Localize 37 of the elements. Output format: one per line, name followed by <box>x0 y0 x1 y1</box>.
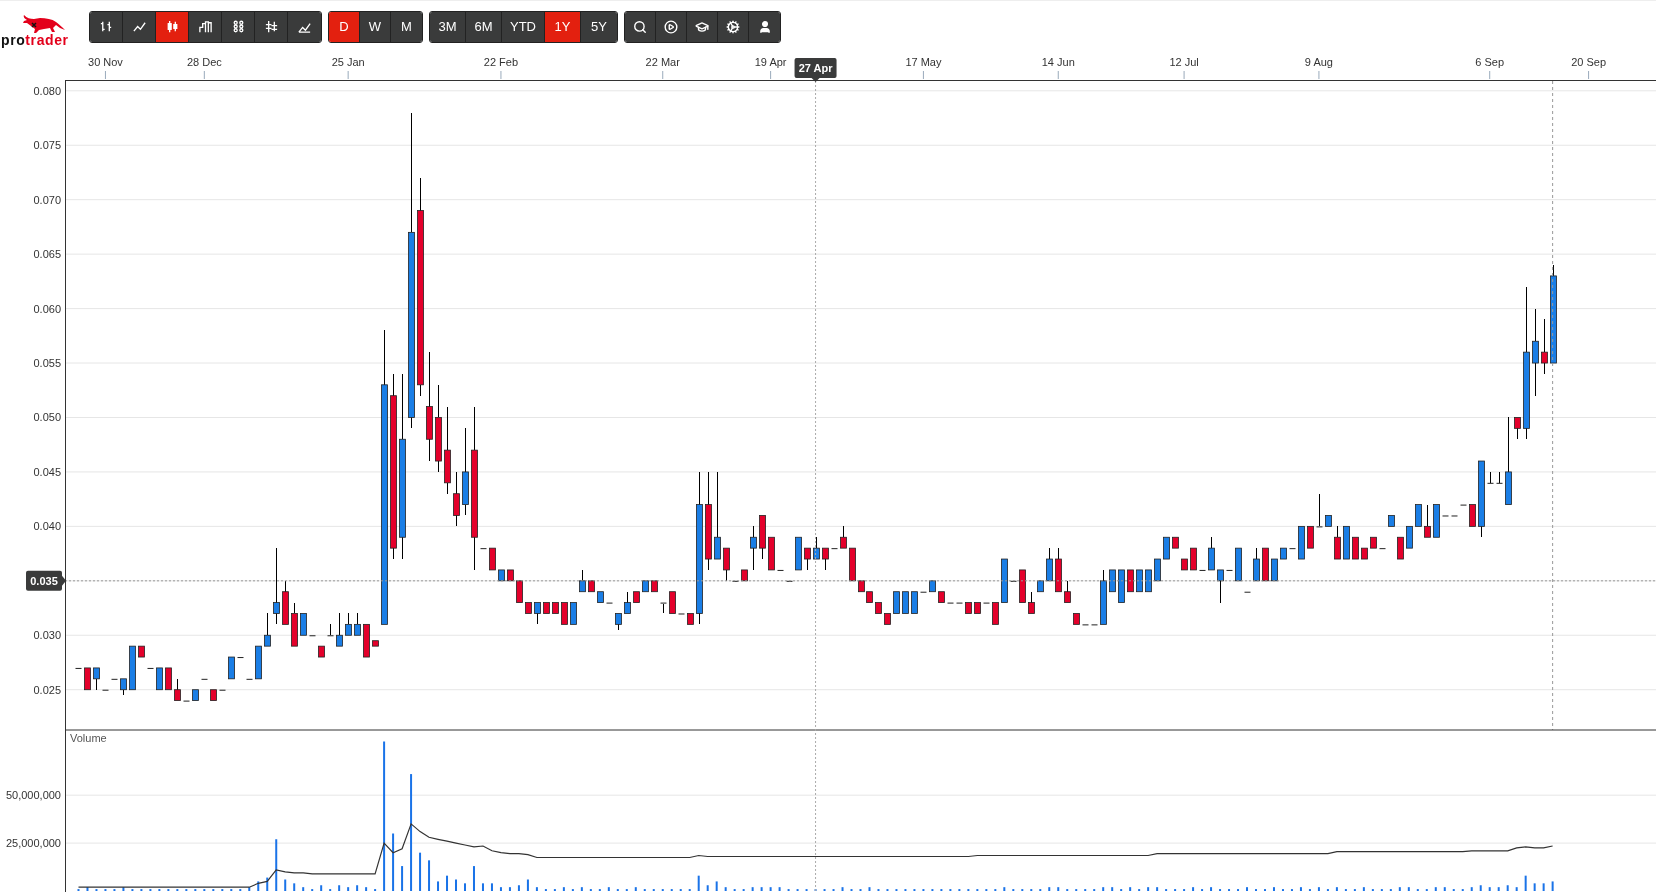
crosshair-date-label: 27 Apr <box>794 58 837 82</box>
volume-axis-label: 25,000,000 <box>5 837 61 850</box>
price-axis-label: 0.030 <box>33 629 61 642</box>
range-button[interactable]: 1Y <box>545 11 581 42</box>
date-axis-label: 20 Sep <box>1571 56 1606 68</box>
price-axis-label: 0.040 <box>33 520 61 533</box>
range-button[interactable]: 6M <box>466 11 502 42</box>
date-axis-label: 9 Aug <box>1304 56 1333 68</box>
interval-button[interactable]: M <box>391 11 422 42</box>
date-axis-label: 17 May <box>905 56 942 68</box>
date-axis-label: 30 Nov <box>88 56 123 68</box>
crosshair-price-label: 0.035 <box>26 570 66 591</box>
price-axis-label: 0.055 <box>33 357 61 370</box>
date-axis-label: 22 Mar <box>645 56 680 68</box>
date-axis-label: 22 Feb <box>483 56 519 68</box>
logo-text: protrader <box>1 32 69 48</box>
range-button[interactable]: 3M <box>430 11 466 42</box>
date-axis-label: 19 Apr <box>754 56 787 68</box>
price-axis-label: 0.045 <box>33 465 61 478</box>
price-axis-label: 0.050 <box>33 411 61 424</box>
interval-button[interactable]: D <box>329 11 360 42</box>
price-axis-label: 0.060 <box>33 302 61 315</box>
date-axis-label: 6 Sep <box>1475 56 1505 68</box>
volume-axis-label: 50,000,000 <box>5 789 61 802</box>
volume-title: Volume <box>70 732 107 744</box>
price-axis-label: 0.075 <box>33 139 61 152</box>
price-axis-label: 0.070 <box>33 193 61 206</box>
range-button[interactable]: YTD <box>502 11 545 42</box>
range-button[interactable]: 5Y <box>581 11 617 42</box>
date-axis-label: 28 Dec <box>186 56 222 68</box>
date-axis-label: 12 Jul <box>1169 56 1199 68</box>
price-axis-label: 0.065 <box>33 248 61 261</box>
price-axis-label: 0.025 <box>33 683 61 696</box>
interval-button[interactable]: W <box>360 11 391 42</box>
date-axis-label: 14 Jun <box>1041 56 1075 68</box>
price-axis-label: 0.080 <box>33 84 61 97</box>
date-axis-label: 25 Jan <box>331 56 365 68</box>
